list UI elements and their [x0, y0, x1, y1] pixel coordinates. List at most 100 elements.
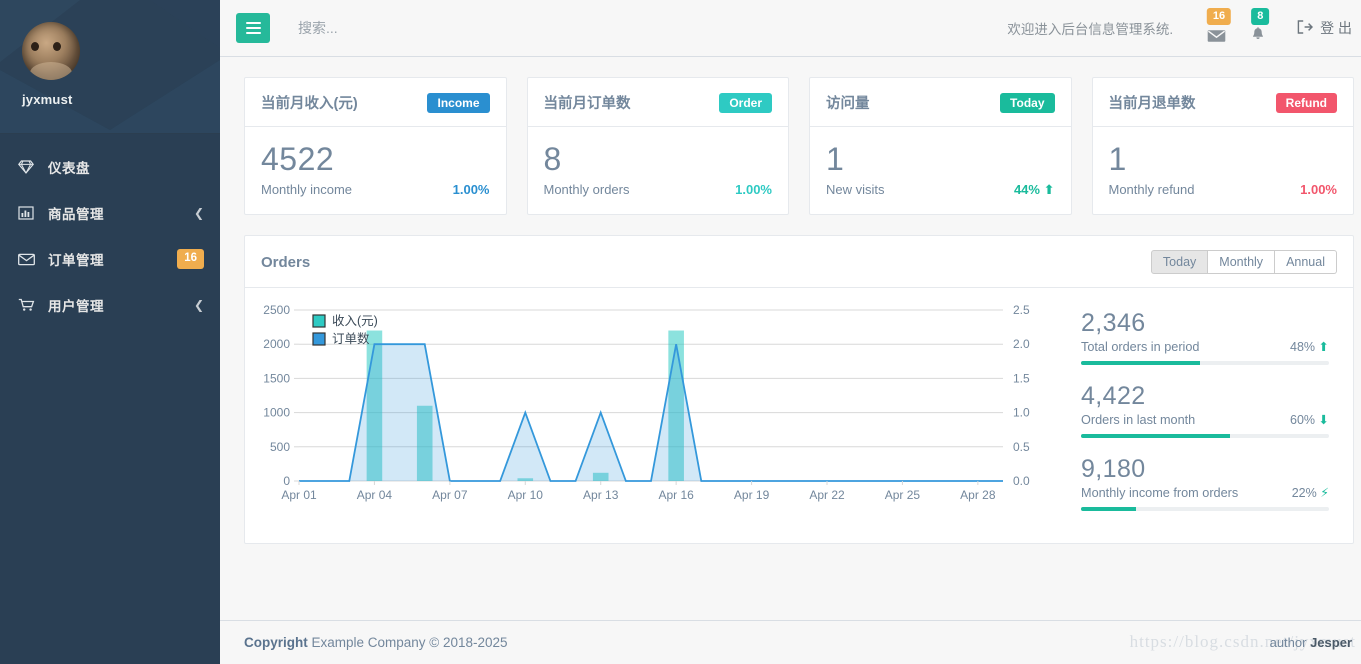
welcome-message: 欢迎进入后台信息管理系统.: [1007, 22, 1174, 37]
stat-percent: 60% ⬇: [1290, 412, 1329, 427]
sidebar-item-orders[interactable]: 订单管理 16: [0, 236, 220, 282]
x-axis-tick: Apr 25: [885, 488, 921, 502]
sidebar-item-products[interactable]: 商品管理 ❮: [0, 190, 220, 236]
topnav-right-group: 欢迎进入后台信息管理系统. 16 8 登 出: [1007, 8, 1352, 48]
menu-toggle-button[interactable]: [236, 13, 270, 43]
status-badge: Order: [719, 92, 772, 113]
y-axis-left-tick: 1500: [263, 371, 290, 385]
tile-title: 访问量: [826, 96, 870, 112]
progress-fill: [1081, 506, 1136, 511]
orders-chart[interactable]: 0 0.0 500 0.5 1000 1.0 1500 1.5 2000 2.0 2500 2.5 Ap…: [253, 302, 1063, 527]
tile-subtitle: Monthly refund: [1108, 181, 1195, 197]
stat-percent-value: 48%: [1290, 339, 1316, 354]
tab-today[interactable]: Today: [1150, 250, 1209, 275]
stat-percent-value: 22%: [1291, 485, 1317, 500]
stat-line: Orders in last month 60% ⬇: [1081, 412, 1329, 427]
legend-swatch: [312, 314, 326, 328]
stat-total-orders: 2,346 Total orders in period 48% ⬆: [1081, 308, 1329, 365]
search-input[interactable]: [298, 20, 528, 36]
sidebar-item-label: 用户管理: [48, 299, 104, 314]
stat-percent-value: 60%: [1290, 412, 1316, 427]
author-credit: author Jesper: [1270, 635, 1352, 650]
tile-income: 当前月收入(元) Income 4522 Monthly income 1.00…: [244, 77, 507, 215]
sidebar-item-users[interactable]: 用户管理 ❮: [0, 282, 220, 328]
messages-button[interactable]: 16: [1195, 8, 1237, 48]
y-axis-left-tick: 500: [270, 440, 290, 454]
legend-swatch: [312, 332, 326, 346]
stat-label: Monthly income from orders: [1081, 485, 1239, 500]
tile-percent-value: 44%: [1013, 181, 1040, 197]
tile-value: 8: [543, 141, 562, 177]
panel-body: 0 0.0 500 0.5 1000 1.0 1500 1.5 2000 2.0 2500 2.5 Ap…: [245, 288, 1353, 543]
orders-panel: Orders Today Monthly Annual 0 0.0 500 0.5 10…: [244, 234, 1354, 544]
x-axis-tick: Apr 13: [583, 488, 619, 502]
tile-orders: 当前月订单数 Order 8 Monthly orders 1.00%: [526, 77, 789, 215]
y-axis-left-tick: 0: [283, 474, 290, 488]
tile-footer: Monthly orders 1.00%: [544, 182, 773, 197]
page-footer: Copyright Example Company © 2018-2025 ht…: [220, 620, 1361, 664]
y-axis-right-tick: 2.5: [1013, 303, 1030, 317]
arrow-up-icon: ⬆: [1318, 339, 1329, 354]
stat-value: 2,346: [1081, 308, 1146, 337]
chevron-left-icon: ❮: [193, 206, 204, 220]
bell-icon: [1250, 27, 1266, 48]
tile-header: 访问量 Today: [810, 78, 1071, 127]
hamburger-icon-bar: [245, 27, 261, 29]
sidebar-item-label: 订单管理: [48, 253, 104, 268]
sidebar-item-expander[interactable]: ❮: [194, 207, 204, 219]
sidebar-profile: jyxmust: [0, 0, 220, 134]
author-label: author: [1269, 635, 1311, 650]
tile-footer: Monthly income 1.00%: [261, 182, 490, 197]
envelope-icon: [1207, 29, 1226, 48]
tile-visits: 访问量 Today 1 New visits 44% ⬆: [809, 77, 1072, 215]
tile-header: 当前月收入(元) Income: [245, 78, 506, 127]
y-axis-right-tick: 0.5: [1013, 440, 1030, 454]
stat-monthly-income: 9,180 Monthly income from orders 22% ⚡: [1081, 454, 1329, 511]
tile-value: 1: [1108, 141, 1127, 177]
panel-header: Orders Today Monthly Annual: [245, 236, 1353, 288]
chevron-left-icon: ❮: [193, 298, 204, 312]
tile-body: 8 Monthly orders 1.00%: [528, 127, 789, 213]
y-axis-left-tick: 2000: [263, 337, 290, 351]
hamburger-icon-bar: [245, 22, 261, 24]
orders-stats: 2,346 Total orders in period 48% ⬆ 4,422…: [1063, 302, 1343, 527]
tile-subtitle: Monthly income: [261, 181, 353, 197]
avatar[interactable]: [22, 22, 80, 80]
notifications-button[interactable]: 8: [1237, 8, 1279, 48]
sidebar-nav: 仪表盘 商品管理 ❮ 订单管理 16 用户管理 ❮: [0, 134, 220, 328]
x-axis-tick: Apr 07: [432, 488, 468, 502]
logout-button[interactable]: 登 出: [1297, 18, 1352, 38]
messages-count-badge: 16: [1206, 8, 1232, 26]
x-axis-tick: Apr 16: [658, 488, 694, 502]
profile-username: jyxmust: [22, 92, 73, 107]
stat-line: Monthly income from orders 22% ⚡: [1081, 485, 1329, 500]
progress-bar: [1081, 506, 1329, 511]
dashboard-page: jyxmust 仪表盘 商品管理 ❮ 订单管理 16 用户管理 ❮ 搜索... …: [0, 0, 1361, 664]
orders-chart-svg: 0 0.0 500 0.5 1000 1.0 1500 1.5 2000 2.0 2500 2.5 Ap…: [263, 303, 1030, 502]
status-badge: Refund: [1275, 92, 1337, 113]
panel-title: Orders: [261, 253, 311, 271]
tab-annual[interactable]: Annual: [1275, 250, 1337, 275]
x-axis-tick: Apr 04: [357, 488, 393, 502]
tile-body: 1 Monthly refund 1.00%: [1093, 127, 1354, 213]
arrow-down-icon: ⬇: [1318, 412, 1329, 427]
progress-fill: [1081, 360, 1201, 365]
period-tabs: Today Monthly Annual: [1150, 250, 1337, 275]
tile-subtitle: New visits: [826, 181, 885, 197]
sidebar-item-dashboard[interactable]: 仪表盘: [0, 144, 220, 190]
tile-footer: Monthly refund 1.00%: [1109, 182, 1338, 197]
sidebar-badge-orders: 16: [177, 249, 204, 269]
y-axis-right-tick: 0.0: [1013, 474, 1030, 488]
sidebar-item-expander[interactable]: ❮: [194, 299, 204, 311]
x-axis-tick: Apr 10: [508, 488, 544, 502]
tile-header: 当前月退单数 Refund: [1092, 78, 1353, 127]
envelope-icon: [18, 253, 40, 266]
author-name: Jesper: [1310, 635, 1352, 650]
tab-monthly[interactable]: Monthly: [1208, 250, 1276, 275]
tile-value: 4522: [261, 141, 335, 177]
tile-subtitle: Monthly orders: [543, 181, 630, 197]
arrow-up-icon: ⬆: [1043, 181, 1055, 197]
hamburger-icon-bar: [245, 32, 261, 34]
copyright-text: Copyright Example Company © 2018-2025: [244, 635, 508, 650]
tile-percent: 44% ⬆: [1014, 182, 1055, 198]
